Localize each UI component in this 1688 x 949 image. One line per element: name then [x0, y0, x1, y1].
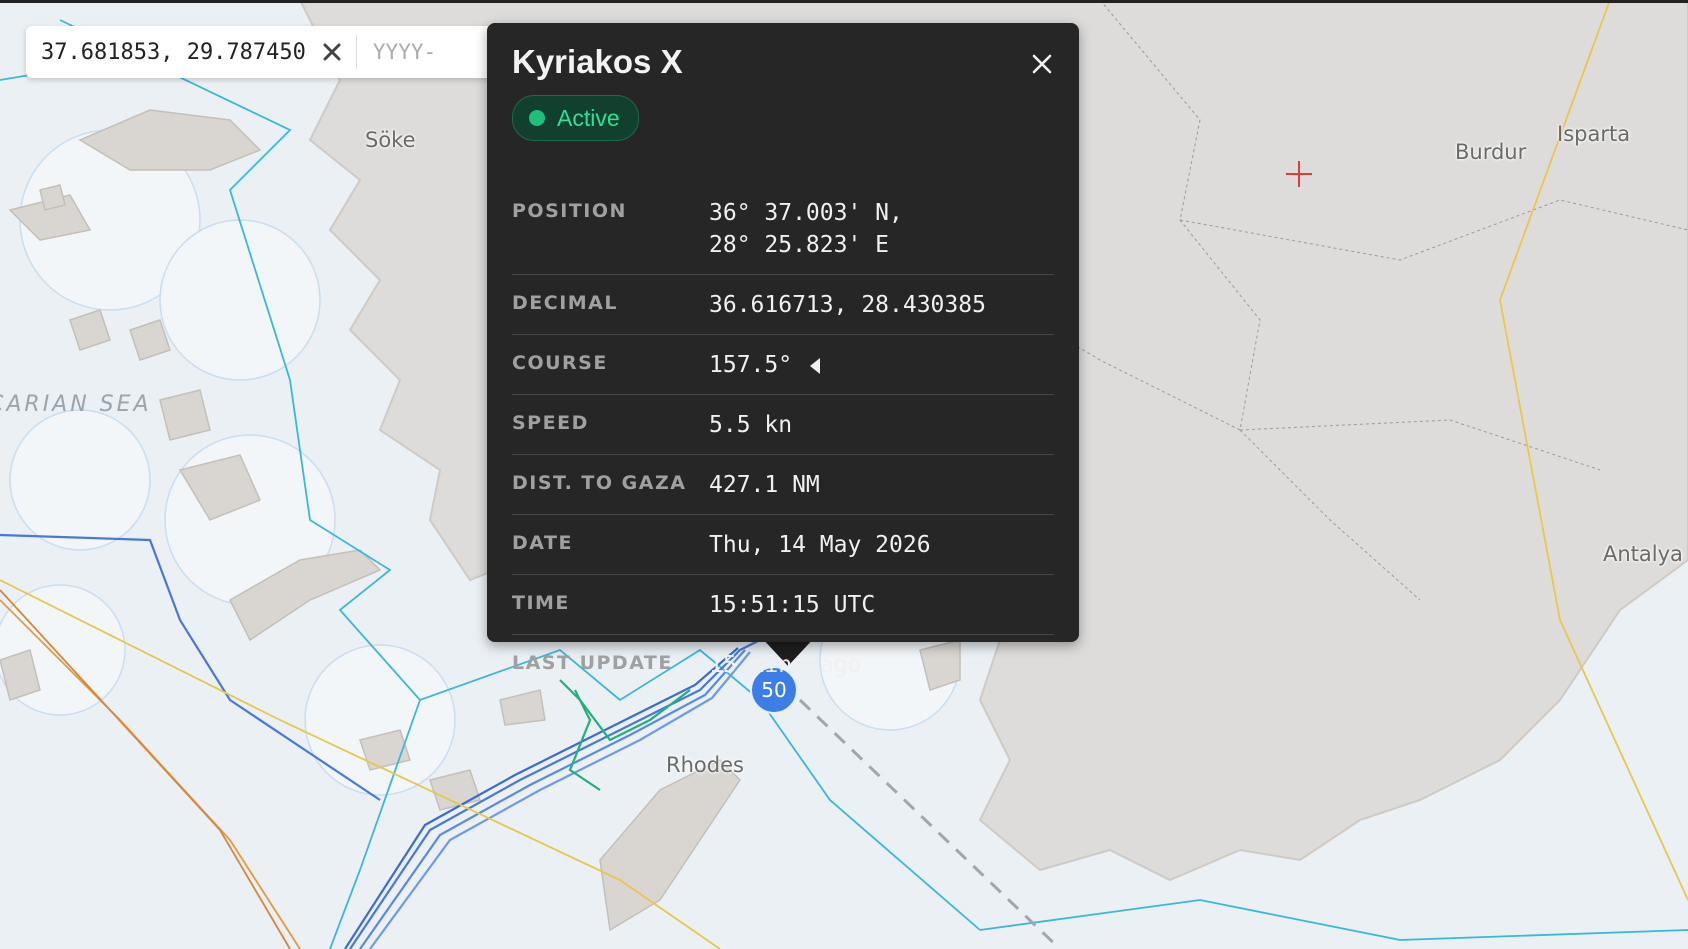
sea-label: CARIAN SEA	[0, 392, 152, 417]
divider	[355, 35, 357, 69]
detail-label: SPEED	[512, 412, 589, 434]
status-badge: Active	[512, 95, 639, 141]
detail-value: 36.616713, 28.430385	[709, 292, 986, 318]
vessel-name: Kyriakos X	[512, 43, 683, 80]
detail-value: 15:51:15 UTC	[709, 592, 876, 618]
close-icon	[1032, 54, 1052, 74]
detail-label: LAST UPDATE	[512, 652, 673, 674]
detail-row-last-update: LAST UPDATE 15 mins ago	[512, 635, 1054, 694]
detail-label: TIME	[512, 592, 570, 614]
status-text: Active	[557, 104, 620, 131]
detail-value: 36° 37.003' N, 28° 25.823' E	[709, 197, 903, 261]
position-latitude: 36° 37.003' N,	[709, 200, 903, 226]
detail-row-position: POSITION 36° 37.003' N, 28° 25.823' E	[512, 183, 1054, 275]
course-value: 157.5°	[709, 352, 793, 378]
detail-label: DIST. TO GAZA	[512, 472, 687, 494]
detail-row-time: TIME 15:51:15 UTC	[512, 575, 1054, 635]
date-input[interactable]: YYYY-	[373, 40, 436, 64]
course-arrow-icon	[810, 357, 821, 374]
position-longitude: 28° 25.823' E	[709, 232, 890, 258]
clear-coordinates-button[interactable]	[318, 38, 346, 66]
vessel-popup: Kyriakos X Active POSITION 36° 37.003' N…	[487, 23, 1079, 678]
detail-row-speed: SPEED 5.5 kn	[512, 395, 1054, 455]
detail-value: 157.5°	[709, 349, 822, 381]
detail-row-distance: DIST. TO GAZA 427.1 NM	[512, 455, 1054, 515]
popup-close-button[interactable]	[1027, 49, 1057, 79]
detail-label: DATE	[512, 532, 573, 554]
detail-value: Thu, 14 May 2026	[709, 532, 931, 558]
detail-label: DECIMAL	[512, 292, 618, 314]
place-label-soke: Söke	[365, 128, 416, 152]
place-label-isparta: Isparta	[1557, 122, 1631, 146]
detail-label: POSITION	[512, 200, 627, 222]
detail-label: COURSE	[512, 352, 608, 374]
detail-row-date: DATE Thu, 14 May 2026	[512, 515, 1054, 575]
coordinates-input[interactable]: 37.681853, 29.787450	[41, 40, 306, 65]
detail-value: 5.5 kn	[709, 412, 793, 438]
vessel-details: POSITION 36° 37.003' N, 28° 25.823' E DE…	[512, 183, 1054, 694]
close-icon	[323, 43, 341, 61]
place-label-burdur: Burdur	[1455, 140, 1527, 164]
status-dot-icon	[529, 110, 545, 126]
detail-value: 427.1 NM	[709, 472, 820, 498]
place-label-rhodes: Rhodes	[666, 753, 744, 777]
detail-row-decimal: DECIMAL 36.616713, 28.430385	[512, 275, 1054, 335]
place-label-antalya: Antalya	[1603, 542, 1683, 566]
search-bar: 37.681853, 29.787450 YYYY-	[26, 26, 496, 78]
detail-value: 15 mins ago	[709, 652, 862, 678]
detail-row-course: COURSE 157.5°	[512, 335, 1054, 395]
